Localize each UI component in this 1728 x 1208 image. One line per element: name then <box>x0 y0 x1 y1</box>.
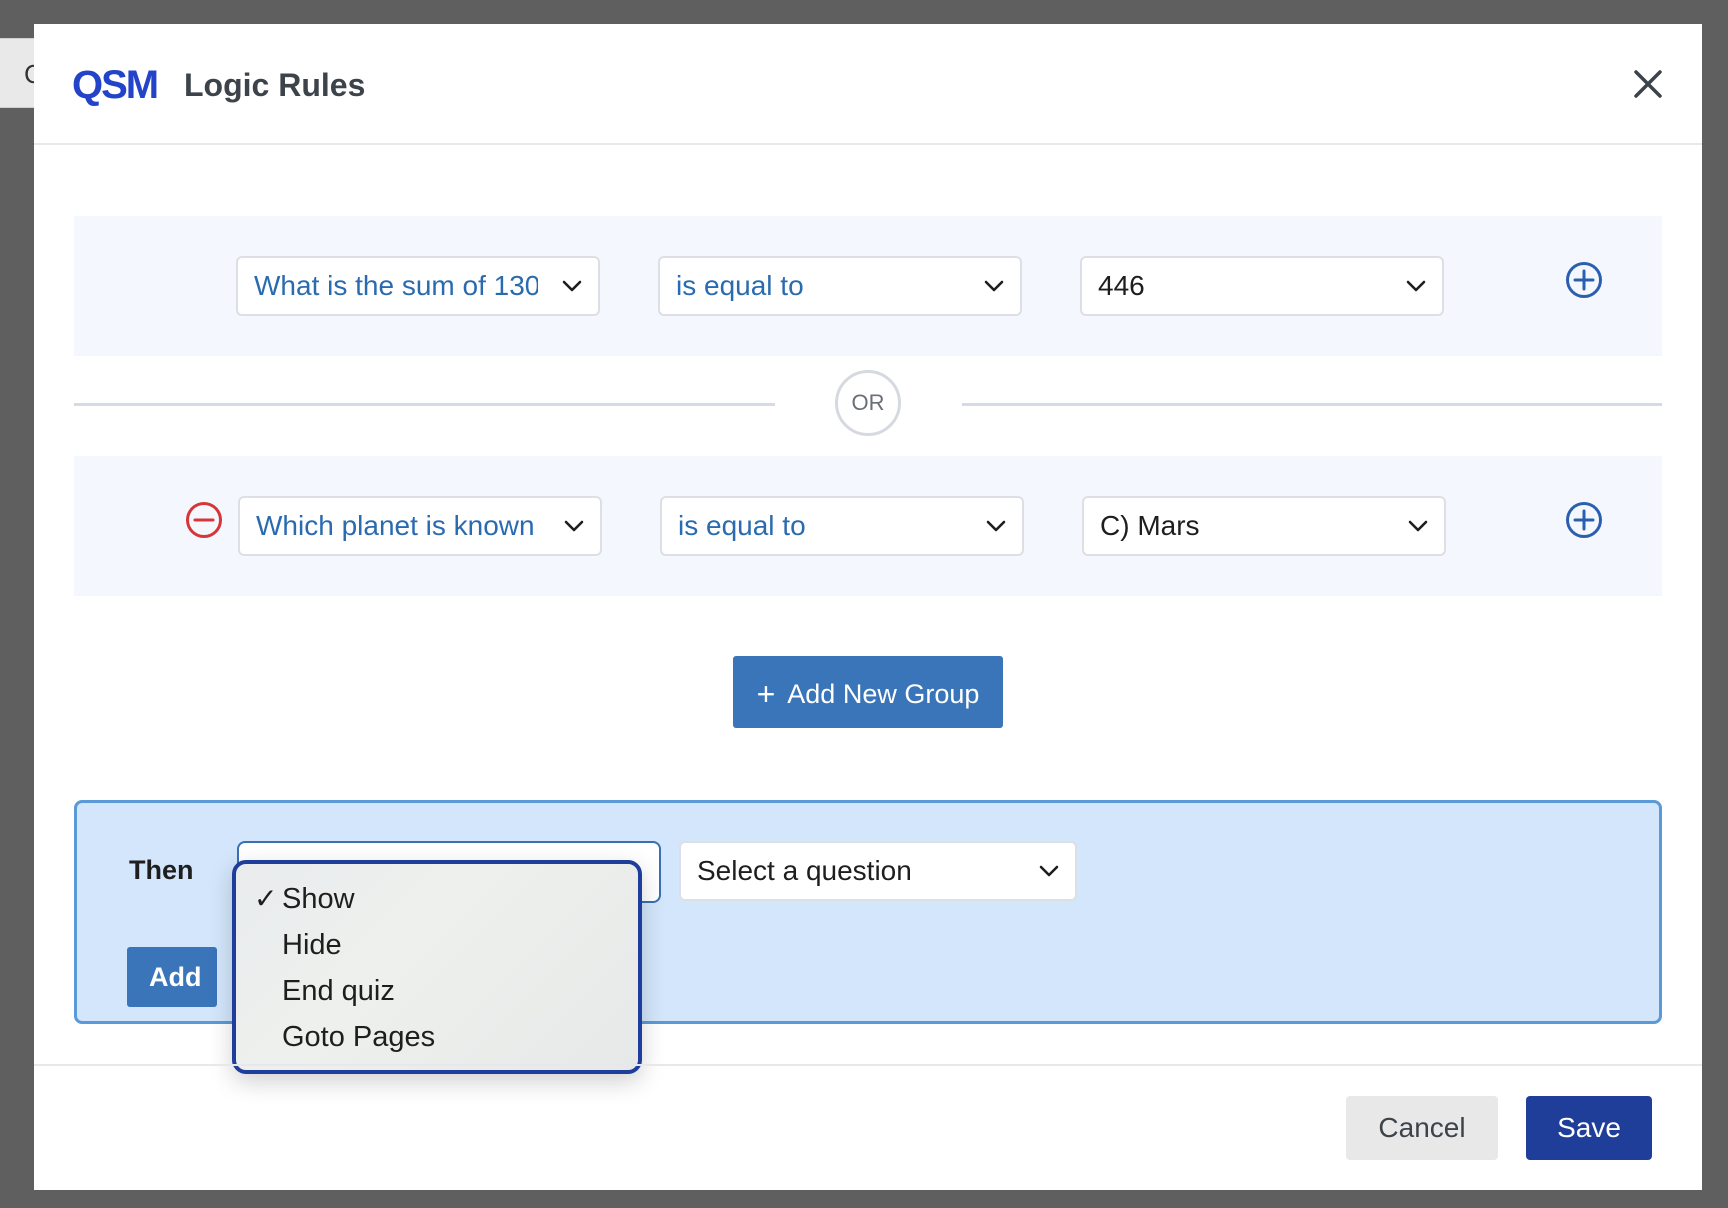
operator-select[interactable]: is equal to <box>658 256 1022 316</box>
remove-group-button[interactable] <box>184 500 224 540</box>
qsm-logo: QSM <box>72 63 159 107</box>
menu-item-show[interactable]: ✓ Show <box>236 876 638 922</box>
close-button[interactable] <box>1628 64 1668 104</box>
menu-item-hide[interactable]: Hide <box>236 922 638 968</box>
chevron-down-icon <box>984 280 1004 292</box>
target-question-select[interactable]: Select a question <box>679 841 1077 901</box>
answer-select-value: 446 <box>1098 270 1145 301</box>
question-select[interactable]: What is the sum of 130+1 <box>236 256 600 316</box>
answer-select[interactable]: C) Mars <box>1082 496 1446 556</box>
plus-circle-icon <box>1566 262 1602 298</box>
operator-select-value: is equal to <box>678 510 806 541</box>
cancel-button[interactable]: Cancel <box>1346 1096 1498 1160</box>
or-separator: OR <box>74 370 1662 440</box>
menu-item-label: Show <box>282 883 355 915</box>
operator-select[interactable]: is equal to <box>660 496 1024 556</box>
modal-footer: Cancel Save <box>34 1064 1702 1190</box>
modal-title: Logic Rules <box>184 67 366 103</box>
operator-select-value: is equal to <box>676 270 804 301</box>
menu-item-label: End quiz <box>282 975 395 1007</box>
logic-rules-modal: QSM Logic Rules What is the sum of 130+1… <box>34 24 1702 1190</box>
separator-line-right <box>962 403 1662 406</box>
plus-icon: + <box>756 676 776 712</box>
answer-select[interactable]: 446 <box>1080 256 1444 316</box>
chevron-down-icon <box>1408 520 1428 532</box>
or-badge: OR <box>835 370 901 436</box>
add-condition-button[interactable] <box>1564 500 1604 540</box>
add-condition-button[interactable] <box>1564 260 1604 300</box>
question-select[interactable]: Which planet is known as <box>238 496 602 556</box>
close-icon <box>1634 70 1662 98</box>
modal-header: QSM Logic Rules <box>34 24 1702 145</box>
add-new-group-button[interactable]: + Add New Group <box>733 656 1003 728</box>
question-select-value: Which planet is known as <box>256 510 540 541</box>
chevron-down-icon <box>564 520 584 532</box>
answer-select-value: C) Mars <box>1100 510 1200 541</box>
chevron-down-icon <box>986 520 1006 532</box>
then-label: Then <box>129 855 194 885</box>
action-dropdown-menu: ✓ Show Hide End quiz Goto Pages <box>232 860 642 1074</box>
add-action-button[interactable]: Add <box>127 947 217 1007</box>
condition-group-2: Which planet is known as is equal to C) … <box>74 456 1662 596</box>
chevron-down-icon <box>1406 280 1426 292</box>
menu-item-end-quiz[interactable]: End quiz <box>236 968 638 1014</box>
save-button[interactable]: Save <box>1526 1096 1652 1160</box>
menu-item-goto-pages[interactable]: Goto Pages <box>236 1014 638 1060</box>
menu-item-label: Hide <box>282 929 342 961</box>
add-new-group-label: Add New Group <box>787 679 980 709</box>
plus-circle-icon <box>1566 502 1602 538</box>
minus-circle-icon <box>186 502 222 538</box>
question-select-value: What is the sum of 130+1 <box>254 270 538 301</box>
target-question-select-value: Select a question <box>697 855 912 886</box>
separator-line-left <box>74 403 775 406</box>
checkmark-icon: ✓ <box>254 883 278 914</box>
chevron-down-icon <box>1039 865 1059 877</box>
condition-group-1: What is the sum of 130+1 is equal to 446 <box>74 216 1662 356</box>
menu-item-label: Goto Pages <box>282 1021 436 1053</box>
chevron-down-icon <box>562 280 582 292</box>
